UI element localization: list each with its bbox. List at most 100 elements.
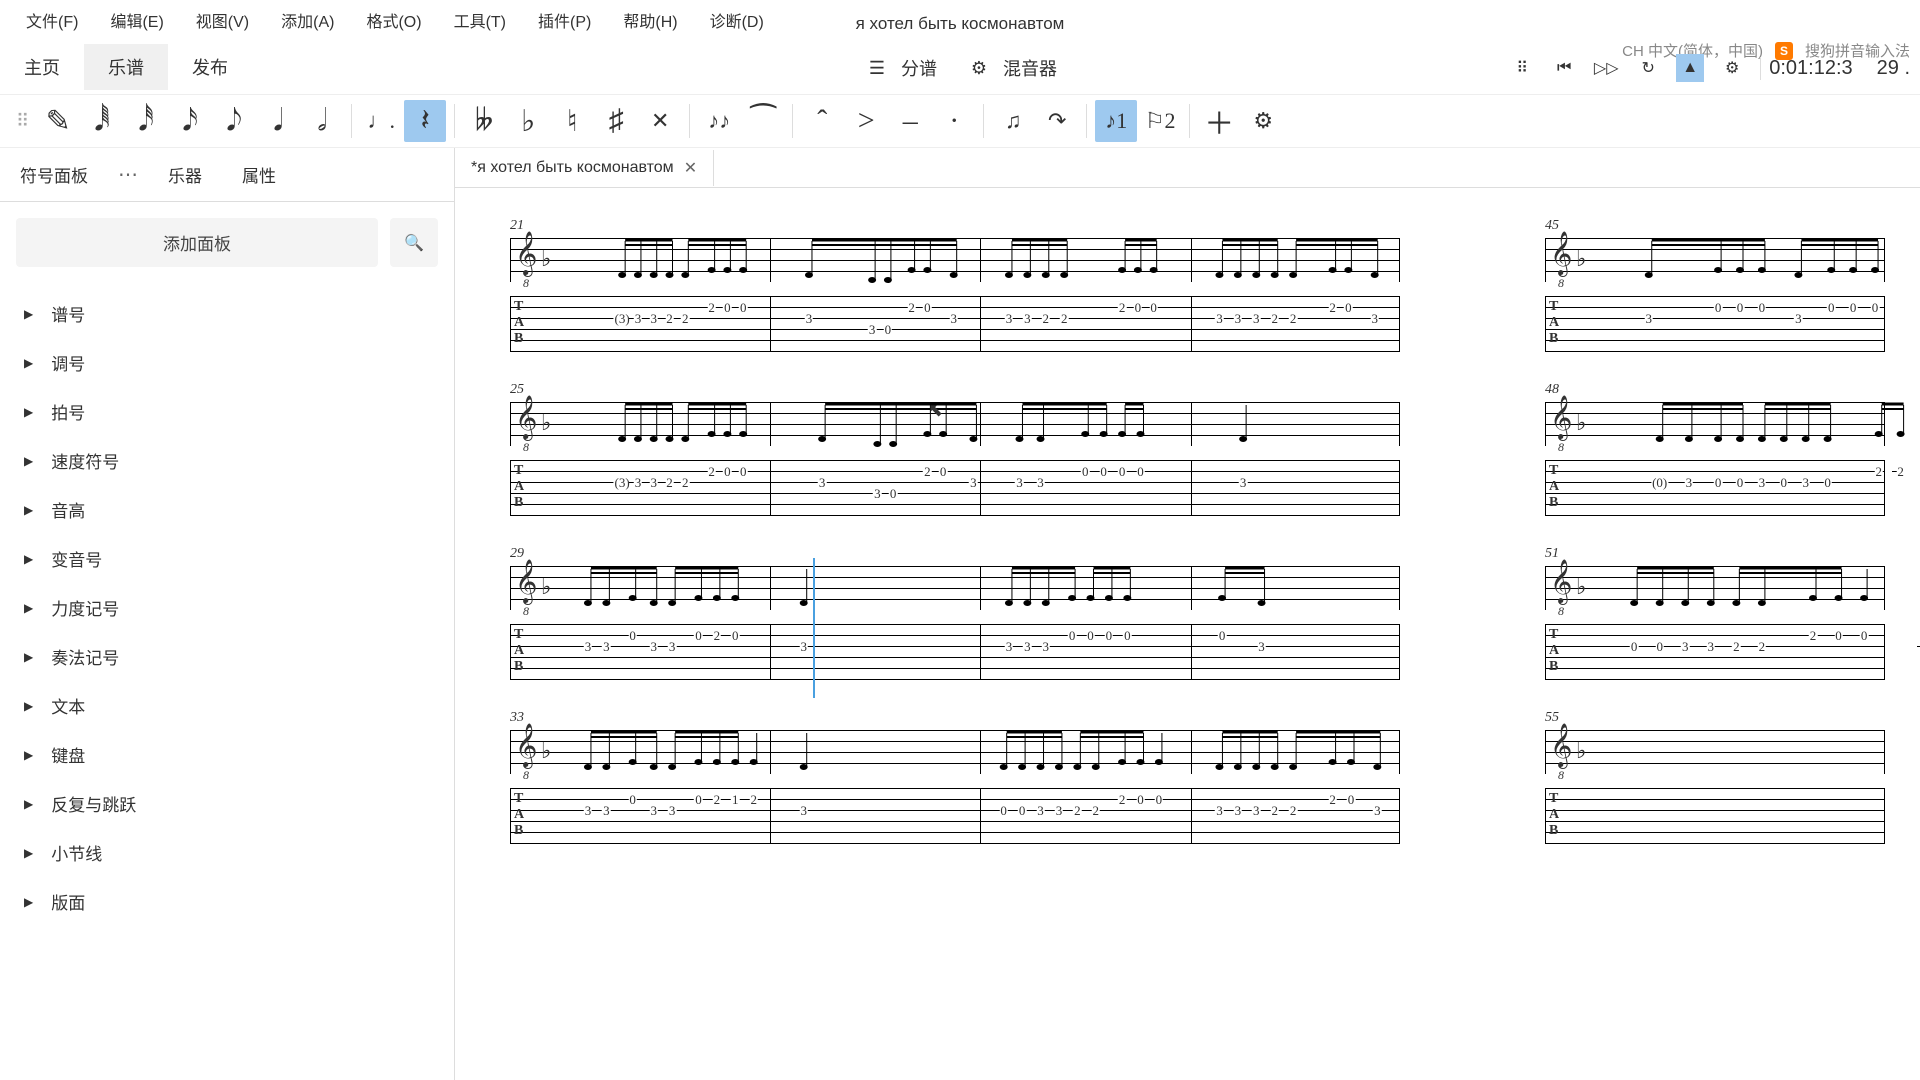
menu-view[interactable]: 视图(V): [180, 2, 265, 38]
tab-fret[interactable]: 0: [1714, 475, 1723, 491]
tab-fret[interactable]: 2: [1809, 628, 1818, 644]
accent[interactable]: >: [845, 100, 887, 142]
loop-icon[interactable]: ↻: [1634, 54, 1662, 82]
tab-fret[interactable]: 0: [1105, 628, 1114, 644]
rewind-icon[interactable]: ⏮: [1550, 54, 1578, 82]
menu-format[interactable]: 格式(O): [350, 2, 437, 38]
tab-fret[interactable]: 3: [1234, 803, 1243, 819]
tab-fret[interactable]: 2: [1732, 639, 1741, 655]
staff[interactable]: 𝄞8♭: [1545, 238, 1885, 282]
tab-fret[interactable]: 3: [668, 639, 677, 655]
tab-fret[interactable]: 3: [602, 639, 611, 655]
staff[interactable]: 𝄞8♭: [510, 566, 1400, 610]
tablature[interactable]: TAB330330212300332220033322203: [510, 788, 1400, 844]
tab-fret[interactable]: 3: [805, 311, 814, 327]
tablature[interactable]: TAB: [1545, 788, 1885, 844]
tab-fret[interactable]: 0: [1860, 628, 1869, 644]
double-sharp[interactable]: ✕: [639, 100, 681, 142]
dot-button[interactable]: ♩.: [360, 100, 402, 142]
palette-item[interactable]: ▶小节线: [0, 828, 454, 877]
tab-fret[interactable]: 2: [1758, 639, 1767, 655]
tab-fret[interactable]: 3: [1036, 803, 1045, 819]
tab-fret[interactable]: 0: [1136, 792, 1145, 808]
palette-item[interactable]: ▶奏法记号: [0, 632, 454, 681]
tab-fret[interactable]: 0: [1149, 300, 1158, 316]
tab-fret[interactable]: 3: [868, 322, 877, 338]
palette-item[interactable]: ▶速度符号: [0, 436, 454, 485]
tab-fret[interactable]: 3: [649, 803, 658, 819]
tab-fret[interactable]: 0: [884, 322, 893, 338]
staff[interactable]: 𝄞8♭: [510, 238, 1400, 282]
palette-item[interactable]: ▶音高: [0, 485, 454, 534]
metronome-icon[interactable]: ▲: [1676, 54, 1704, 82]
tab-fret[interactable]: 2: [1289, 803, 1298, 819]
nav-home[interactable]: 主页: [0, 44, 84, 90]
tab-fret[interactable]: 3: [799, 803, 808, 819]
tab-fret[interactable]: 0: [1218, 628, 1227, 644]
tab-fret[interactable]: 3: [1023, 639, 1032, 655]
tab-fret[interactable]: 3: [1681, 639, 1690, 655]
tab-fret[interactable]: 2: [1118, 300, 1127, 316]
tab-fret[interactable]: 2: [1042, 311, 1051, 327]
tab-fret[interactable]: 3: [668, 803, 677, 819]
play-icon[interactable]: ▷▷: [1592, 54, 1620, 82]
tab-fret[interactable]: 3: [1005, 639, 1014, 655]
tab-fret[interactable]: 3: [584, 803, 593, 819]
tab-fret[interactable]: 2: [1060, 311, 1069, 327]
tab-fret[interactable]: 0: [1714, 300, 1723, 316]
tab-palette[interactable]: 符号面板: [0, 148, 108, 201]
tab-fret[interactable]: 0: [1099, 464, 1108, 480]
sidebar-dots-icon[interactable]: ⋯: [108, 162, 148, 187]
nav-publish[interactable]: 发布: [168, 44, 252, 90]
toolbar-handle-icon[interactable]: ⠿: [8, 111, 35, 132]
staff[interactable]: 𝄞8♭: [1545, 730, 1885, 774]
tab-fret[interactable]: 0: [1823, 475, 1832, 491]
tab-fret[interactable]: 2: [749, 792, 758, 808]
tab-fret[interactable]: 0: [694, 792, 703, 808]
tablature[interactable]: TAB30003000: [1545, 296, 1885, 352]
tab-fret[interactable]: 3: [949, 311, 958, 327]
tab-fret[interactable]: 3: [1023, 311, 1032, 327]
tab-fret[interactable]: 2: [665, 311, 674, 327]
tab-fret[interactable]: 2: [1270, 803, 1279, 819]
tab-fret[interactable]: 3: [1015, 475, 1024, 491]
score-canvas[interactable]: 21𝄞8♭TAB(3)33222003203033322200333222032…: [455, 188, 1920, 1080]
menu-file[interactable]: 文件(F): [10, 2, 94, 38]
menu-tools[interactable]: 工具(T): [438, 2, 522, 38]
tab-fret[interactable]: 3: [649, 311, 658, 327]
tab-fret[interactable]: 3: [1036, 475, 1045, 491]
palette-item[interactable]: ▶文本: [0, 681, 454, 730]
tab-fret[interactable]: 0: [628, 792, 637, 808]
natural[interactable]: ♮: [551, 100, 593, 142]
note-8th[interactable]: 𝅘𝅥𝅮: [213, 100, 255, 142]
slur-button[interactable]: ⁀: [742, 100, 784, 142]
tab-fret[interactable]: 2: [1073, 803, 1082, 819]
tab-fret[interactable]: 2: [923, 464, 932, 480]
tab-fret[interactable]: 0: [1118, 464, 1127, 480]
tab-fret[interactable]: 0: [1834, 628, 1843, 644]
tab-fret[interactable]: 2: [713, 792, 722, 808]
palette-item[interactable]: ▶调号: [0, 338, 454, 387]
menu-plugins[interactable]: 插件(P): [522, 2, 607, 38]
palette-item[interactable]: ▶键盘: [0, 730, 454, 779]
tab-fret[interactable]: 3: [1707, 639, 1716, 655]
menu-help[interactable]: 帮助(H): [607, 2, 693, 38]
tab-fret[interactable]: 3: [799, 639, 808, 655]
tenuto[interactable]: –: [889, 100, 931, 142]
tab-fret[interactable]: 3: [1215, 311, 1224, 327]
tab-fret[interactable]: 0: [723, 464, 732, 480]
tab-fret[interactable]: 3: [602, 803, 611, 819]
parts-icon[interactable]: ☰: [863, 54, 891, 82]
tie-button[interactable]: ♪♪: [698, 100, 740, 142]
tab-fret[interactable]: 0: [723, 300, 732, 316]
palette-item[interactable]: ▶力度记号: [0, 583, 454, 632]
tab-fret[interactable]: 3: [1042, 639, 1051, 655]
tab-fret[interactable]: 3: [818, 475, 827, 491]
tab-properties[interactable]: 属性: [222, 148, 296, 201]
tab-instruments[interactable]: 乐器: [148, 148, 222, 201]
tab-fret[interactable]: 0: [1123, 628, 1132, 644]
tab-fret[interactable]: 0: [1655, 639, 1664, 655]
tab-fret[interactable]: 0: [1871, 300, 1880, 316]
tab-fret[interactable]: (0): [1651, 475, 1668, 491]
palette-item[interactable]: ▶谱号: [0, 289, 454, 338]
